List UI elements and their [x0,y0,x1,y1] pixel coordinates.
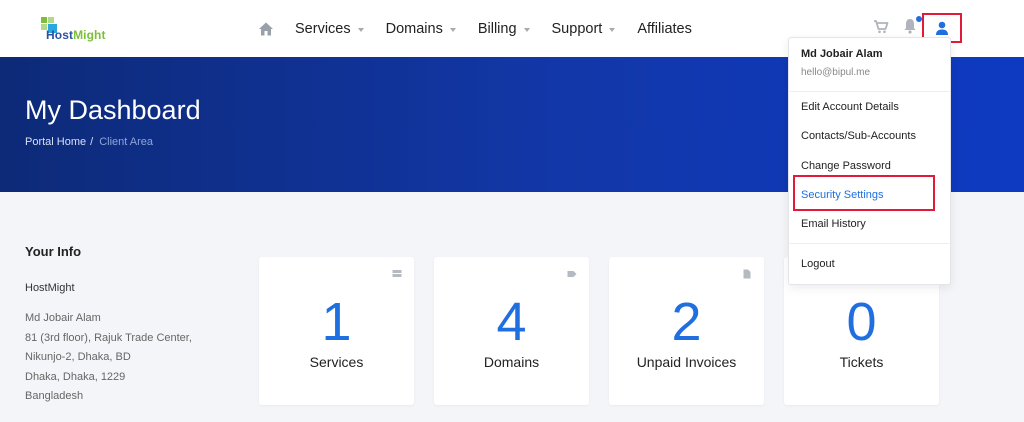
menu-item-change-password[interactable]: Change Password [801,160,891,172]
stat-label: Unpaid Invoices [636,354,737,370]
breadcrumb-current: Client Area [99,136,154,148]
logo-text: HostMight [46,28,106,42]
user-email: hello@bipul.me [801,67,871,78]
chevron-down-icon [357,27,364,32]
main-nav: Services Domains Billing Support Affilia… [258,0,714,57]
stat-label: Domains [483,354,540,370]
stat-value: 4 [496,292,527,352]
address-line: Bangladesh [25,390,84,403]
home-icon[interactable] [258,21,274,37]
stat-label: Tickets [839,354,884,370]
stat-value: 0 [846,292,877,352]
chevron-down-icon [609,27,616,32]
address-line: Dhaka, Dhaka, 1229 [25,370,126,383]
stat-card-services[interactable]: 1 Services [259,257,414,405]
address-line: Nikunjo-2, Dhaka, BD [25,351,131,364]
page-title: My Dashboard [25,95,201,125]
nav-affiliates[interactable]: Affiliates [637,21,692,37]
stat-card-domains[interactable]: 4 Domains [434,257,589,405]
address-block: Md Jobair Alam 81 (3rd floor), Rajuk Tra… [25,309,192,407]
hostmight-logo[interactable]: HostMight [37,12,127,44]
document-icon [743,269,751,279]
stat-value: 1 [321,292,352,352]
divider [789,91,950,92]
nav-billing[interactable]: Billing [478,21,530,37]
company-name: HostMight [25,282,75,294]
user-name: Md Jobair Alam [801,48,883,60]
server-icon [392,270,402,277]
menu-item-logout[interactable]: Logout [801,258,835,270]
menu-item-email-history[interactable]: Email History [801,218,866,230]
menu-item-contacts-sub-accounts[interactable]: Contacts/Sub-Accounts [801,130,916,142]
menu-item-security-settings[interactable]: Security Settings [801,189,884,201]
breadcrumb: Portal Home / Client Area [25,136,153,148]
nav-services[interactable]: Services [295,21,364,37]
cart-icon[interactable] [873,18,889,34]
tag-icon [567,271,577,277]
menu-item-edit-account-details[interactable]: Edit Account Details [801,101,899,113]
address-line: 81 (3rd floor), Rajuk Trade Center, [25,331,192,344]
stat-card-unpaid-invoices[interactable]: 2 Unpaid Invoices [609,257,764,405]
user-icon [936,21,948,35]
nav-support[interactable]: Support [552,21,616,37]
user-account-dropdown: Md Jobair Alam hello@bipul.me Edit Accou… [788,37,951,285]
address-line: Md Jobair Alam [25,312,101,324]
chevron-down-icon [449,27,456,32]
breadcrumb-separator: / [90,136,94,148]
stat-label: Services [309,354,364,370]
stat-value: 2 [671,292,702,352]
divider [789,243,950,244]
chevron-down-icon [523,27,530,32]
your-info-heading: Your Info [25,244,82,259]
breadcrumb-portal-home[interactable]: Portal Home [25,136,86,148]
nav-domains[interactable]: Domains [386,21,456,37]
